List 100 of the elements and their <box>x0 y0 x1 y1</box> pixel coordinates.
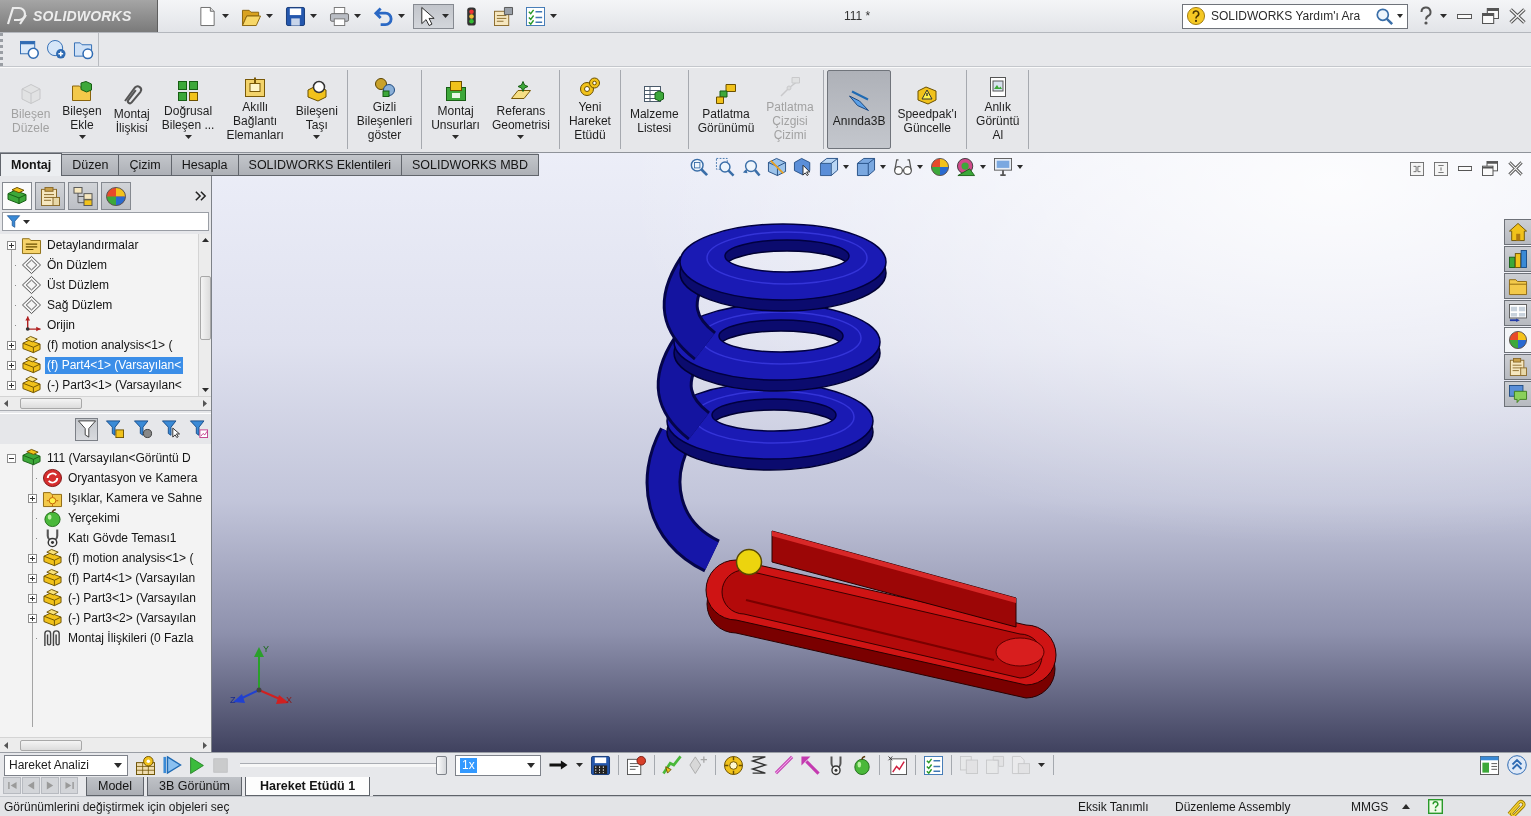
filter-button[interactable] <box>187 417 210 441</box>
caret-down-icon[interactable] <box>843 165 849 169</box>
slider-thumb[interactable] <box>436 755 447 775</box>
ribbon-button[interactable]: Montaj Unsurları <box>425 70 486 149</box>
window-search-icon[interactable] <box>20 40 39 59</box>
command-tab[interactable]: Montaj <box>0 153 63 176</box>
tree-item[interactable]: Işıklar, Kamera ve Sahne <box>66 489 205 507</box>
tree-item[interactable]: (-) Part3<1> (Varsayılan< <box>45 376 184 394</box>
command-tab[interactable]: Hesapla <box>170 154 239 176</box>
expand-icon[interactable] <box>6 380 16 390</box>
ribbon-button[interactable]: Doğrusal Bileşen ... <box>155 70 221 149</box>
help-icon[interactable] <box>1420 7 1432 25</box>
arrow-right-icon[interactable] <box>549 758 568 772</box>
tree-item[interactable]: 111 (Varsayılan<Görüntü D <box>45 449 193 467</box>
task-pane-tab[interactable] <box>1504 246 1531 272</box>
tile-window-icon[interactable] <box>1410 161 1424 176</box>
panel-layout-icon[interactable] <box>1480 755 1499 775</box>
task-pane-tab[interactable] <box>1504 354 1531 380</box>
ribbon-button[interactable]: Referans Geometrisi <box>485 70 556 149</box>
caret-down-icon[interactable] <box>313 134 321 139</box>
force-arrow-icon[interactable] <box>801 756 819 774</box>
ribbon-button[interactable]: Anlık Görüntü Al <box>970 70 1026 149</box>
command-tab[interactable]: Düzen <box>61 154 120 176</box>
tile-window-icon[interactable] <box>1434 161 1448 176</box>
cube-cursor-icon[interactable] <box>794 158 812 176</box>
scrollbar-thumb[interactable] <box>20 739 82 751</box>
expand-icon[interactable] <box>27 573 37 583</box>
study-tab[interactable]: Model <box>86 777 145 796</box>
paperclip-icon[interactable] <box>1507 797 1525 816</box>
caret-down-icon[interactable] <box>550 14 557 18</box>
collapse-icon[interactable] <box>6 453 16 463</box>
caret-down-icon[interactable] <box>354 14 361 18</box>
caret-down-icon[interactable] <box>980 165 986 169</box>
tree-item[interactable]: (-) Part3<2> (Varsayılan <box>66 609 198 627</box>
folder-search-icon[interactable] <box>74 40 93 59</box>
zoom-to-fit-icon[interactable] <box>690 158 708 176</box>
task-pane-tab[interactable] <box>1504 219 1531 245</box>
ribbon-button[interactable]: Bileşeni Taşı <box>289 70 344 149</box>
tree-item[interactable]: (f) motion analysis<1> ( <box>45 336 175 354</box>
task-pane-tab[interactable] <box>1504 327 1531 353</box>
ribbon-button[interactable]: Gizli Bileşenleri göster <box>350 70 419 149</box>
previous-view-icon[interactable] <box>742 158 760 176</box>
caret-down-icon[interactable] <box>78 134 86 139</box>
panel-tab[interactable] <box>35 182 65 210</box>
filter-button[interactable] <box>103 417 126 441</box>
tree-item[interactable]: Montaj İlişkileri (0 Fazla <box>66 629 196 647</box>
task-pane-tab[interactable] <box>1504 381 1531 407</box>
restore-icon[interactable] <box>1482 8 1499 24</box>
panel-tab[interactable] <box>2 182 32 210</box>
study-tab[interactable]: 3B Görünüm <box>147 777 242 796</box>
tree-item[interactable]: Orijin <box>45 316 77 334</box>
motor-gear-icon[interactable] <box>724 755 743 775</box>
display-style-icon[interactable] <box>857 158 875 176</box>
expand-icon[interactable] <box>27 493 37 503</box>
ribbon-button[interactable]: Bileşen Ekle <box>56 70 108 149</box>
tree-item[interactable]: Detaylandırmalar <box>45 236 141 254</box>
ribbon-button[interactable]: Patlatma Görünümü <box>691 70 761 149</box>
scroll-left-icon[interactable] <box>4 741 8 749</box>
play-icon[interactable] <box>189 756 205 774</box>
properties-icon[interactable] <box>627 755 646 775</box>
caret-down-icon[interactable] <box>310 14 317 18</box>
caret-down-icon[interactable] <box>1038 763 1045 767</box>
caret-down-icon[interactable] <box>576 763 583 767</box>
calculator-icon[interactable] <box>136 755 155 775</box>
tree-item[interactable]: Üst Düzlem <box>45 276 111 294</box>
caret-up-icon[interactable] <box>1402 804 1410 809</box>
section-view-icon[interactable] <box>768 158 786 176</box>
panel-tab[interactable] <box>68 182 98 210</box>
caret-down-icon[interactable] <box>917 165 923 169</box>
ribbon-button[interactable]: Yeni Hareket Etüdü <box>562 70 617 149</box>
command-tab[interactable]: SOLIDWORKS MBD <box>400 154 539 176</box>
tree-item[interactable]: Yerçekimi <box>66 509 122 527</box>
search-icon[interactable] <box>1376 7 1393 25</box>
filter-field[interactable] <box>2 212 209 231</box>
results-chart-icon[interactable] <box>888 755 907 775</box>
color-ball-icon[interactable] <box>931 158 949 176</box>
expand-icon[interactable] <box>6 360 16 370</box>
scrollbar-thumb[interactable] <box>199 276 211 340</box>
scroll-left-icon[interactable] <box>4 400 8 407</box>
help-icon[interactable] <box>1428 799 1443 814</box>
study-type-dropdown[interactable]: Hareket Analizi <box>4 754 128 776</box>
vertical-scrollbar[interactable] <box>198 234 211 396</box>
spring-icon[interactable] <box>751 756 767 774</box>
caret-down-icon[interactable] <box>442 14 449 18</box>
toolbar-button[interactable] <box>413 3 454 29</box>
scrollbar-thumb[interactable] <box>20 398 82 409</box>
glasses-icon[interactable] <box>894 158 912 176</box>
collapse-up-icon[interactable] <box>1507 755 1527 775</box>
expand-icon[interactable] <box>6 240 16 250</box>
ribbon-button[interactable]: Anında3B <box>826 70 892 149</box>
restore-icon[interactable] <box>1482 161 1498 176</box>
caret-down-icon[interactable] <box>1017 165 1023 169</box>
apple-icon[interactable] <box>853 755 871 775</box>
close-icon[interactable] <box>1509 8 1526 24</box>
minimize-icon[interactable] <box>1458 166 1472 171</box>
tree-item[interactable]: Ön Düzlem <box>45 256 110 274</box>
scroll-up-icon[interactable] <box>201 238 209 242</box>
horizontal-scrollbar[interactable] <box>0 396 211 410</box>
filter-button[interactable] <box>75 417 98 441</box>
ribbon-button[interactable]: Malzeme Listesi <box>623 70 685 149</box>
